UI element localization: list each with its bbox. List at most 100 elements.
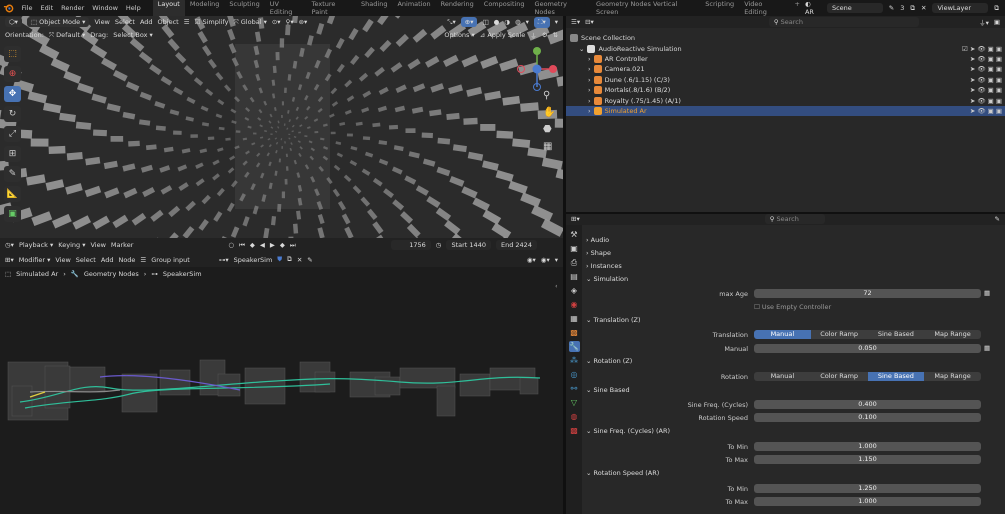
node-box[interactable]	[459, 373, 491, 397]
node-box[interactable]	[44, 365, 71, 409]
expand-chevron-icon[interactable]: ›	[588, 86, 591, 94]
visibility-toggles[interactable]: ➤ 👁 ▣ ▣	[970, 97, 1002, 105]
menu-file[interactable]: File	[18, 4, 37, 12]
node-hamburger-icon[interactable]: ☰	[140, 256, 146, 264]
scale-tool-icon[interactable]: ⤢	[4, 126, 21, 142]
rotation-speed-field[interactable]: 0.100	[754, 413, 981, 422]
to-min-field-1[interactable]: 1.000	[754, 442, 981, 451]
navigation-gizmo[interactable]	[512, 44, 562, 94]
orientation-dropdown[interactable]: ⤧ Default ▾	[49, 31, 85, 40]
cursor-tool-icon[interactable]: ⊕	[4, 66, 21, 82]
viewlayer-field[interactable]: ViewLayer	[932, 3, 989, 13]
node-select-menu[interactable]: Select	[76, 256, 96, 264]
group-input-label[interactable]: Group input	[151, 256, 190, 264]
expand-chevron-icon[interactable]: ›	[588, 97, 591, 105]
blender-logo-icon[interactable]	[2, 1, 16, 15]
node-box[interactable]	[519, 377, 539, 395]
fake-user-shield-icon[interactable]: ⛊	[277, 255, 282, 264]
measure-tool-icon[interactable]: 📐	[4, 186, 21, 202]
drag-dropdown[interactable]: Select Box ▾	[113, 31, 153, 39]
shading-material-icon[interactable]: ◑	[504, 18, 510, 26]
properties-type-icon[interactable]: ⊞▾	[571, 215, 580, 223]
camera-icon[interactable]: ⬣	[543, 124, 555, 135]
timeline-view-menu[interactable]: View	[90, 241, 105, 249]
duplicate-tree-icon[interactable]: ⧉	[287, 255, 292, 264]
view-menu[interactable]: View	[94, 18, 109, 26]
node-tree-icon[interactable]: ⊶▾	[219, 256, 229, 264]
autokey-icon[interactable]: ○	[228, 241, 234, 249]
delete-scene-icon[interactable]: ✕	[921, 4, 926, 12]
render-tab-icon[interactable]: ▣	[569, 243, 580, 254]
visibility-toggles[interactable]: ➤ 👁 ▣ ▣	[970, 76, 1002, 84]
preview-range-icon[interactable]: ◷	[436, 241, 442, 249]
move-tool-icon[interactable]: ✥	[4, 86, 21, 102]
object-menu[interactable]: Object	[158, 18, 179, 26]
visibility-toggles[interactable]: ➤ 👁 ▣ ▣	[970, 86, 1002, 94]
snap-icon[interactable]: ⚲▾	[286, 18, 294, 26]
modifier-dropdown[interactable]: Modifier ▾	[19, 256, 51, 264]
playback-menu[interactable]: Playback ▾	[19, 241, 53, 249]
visibility-toggles[interactable]: ➤ 👁 ▣ ▣	[970, 65, 1002, 73]
next-key-icon[interactable]: ◆	[280, 241, 285, 249]
hamburger-icon[interactable]: ☰	[184, 18, 190, 26]
viewport-menu-icon[interactable]: ▾	[555, 18, 558, 26]
overlay-toggle-icon[interactable]: ⊕▾	[460, 17, 478, 27]
translation-mode-sine-based[interactable]: Sine Based	[868, 330, 925, 339]
zoom-icon[interactable]: ⚲	[543, 90, 555, 101]
manual-field[interactable]: 0.050	[754, 344, 981, 353]
texture-tab-icon[interactable]: ▩	[569, 425, 580, 436]
transform-tool-icon[interactable]: ⊞	[4, 146, 21, 162]
panel-audio[interactable]: › Audio	[586, 236, 609, 244]
rotate-tool-icon[interactable]: ↻	[4, 106, 21, 122]
expand-chevron-icon[interactable]: ›	[588, 76, 591, 84]
panel-rotation[interactable]: ⌄ Rotation (Z)	[586, 357, 632, 365]
panel-translation[interactable]: ⌄ Translation (Z)	[586, 316, 641, 324]
use-empty-controller-checkbox[interactable]: ☐ Use Empty Controller	[754, 303, 831, 311]
panel-instances[interactable]: › Instances	[586, 262, 622, 270]
node-box[interactable]	[436, 385, 456, 417]
visibility-toggles[interactable]: ☑ ➤ 👁 ▣ ▣	[962, 45, 1002, 53]
expand-chevron-icon[interactable]: ›	[588, 55, 591, 63]
keying-menu[interactable]: Keying ▾	[58, 241, 85, 249]
node-editor-type-icon[interactable]: ⊞▾	[5, 256, 14, 264]
max-age-field[interactable]: 72	[754, 289, 981, 298]
options-dropdown[interactable]: Options ▾	[444, 31, 474, 39]
node-add-menu[interactable]: Add	[101, 256, 114, 264]
node-tree-name[interactable]: SpeakerSim	[234, 256, 273, 264]
pan-hand-icon[interactable]: ✋	[543, 107, 555, 118]
unlink-tree-icon[interactable]: ✕	[297, 256, 302, 264]
pin-tree-icon[interactable]: ✎	[307, 256, 312, 264]
node-view-menu[interactable]: View	[55, 256, 70, 264]
outliner-item[interactable]: › Dune (.6/1.15) (C/3) ➤ 👁 ▣ ▣	[566, 75, 1005, 85]
outliner-item[interactable]: › Mortals(.8/1.6) (B/2) ➤ 👁 ▣ ▣	[566, 85, 1005, 95]
pivot-icon[interactable]: ⊙▾	[272, 18, 281, 26]
expand-chevron-icon[interactable]: ›	[588, 107, 591, 115]
play-reverse-icon[interactable]: ◀	[260, 241, 265, 249]
marker-menu[interactable]: Marker	[111, 241, 133, 249]
to-max-field-1[interactable]: 1.150	[754, 455, 981, 464]
outliner-display-icon[interactable]: ⊟▾	[585, 18, 594, 26]
jump-start-icon[interactable]: ⏮	[239, 241, 245, 250]
node-options-icon[interactable]: ▾	[555, 256, 558, 264]
world-tab-icon[interactable]: ◉	[569, 299, 580, 310]
play-icon[interactable]: ▶	[270, 241, 275, 249]
node-box[interactable]	[121, 373, 158, 413]
new-scene-icon[interactable]: ⧉	[910, 4, 915, 13]
current-frame-field[interactable]: 1756	[390, 240, 431, 250]
rotation-mode-manual[interactable]: Manual	[754, 372, 811, 381]
node-box[interactable]	[314, 371, 336, 393]
simplify-checkbox[interactable]: ☑ Simplify	[195, 18, 229, 26]
view-layer-tab-icon[interactable]: ▤	[569, 271, 580, 282]
prev-key-icon[interactable]: ◆	[250, 241, 255, 249]
panel-shape[interactable]: › Shape	[586, 249, 611, 257]
proportional-icon[interactable]: ⊚▾	[299, 18, 308, 26]
outliner-filter-icon[interactable]: ⏚▾	[979, 17, 989, 27]
viewlayer-options-icon[interactable]: ⧉	[994, 4, 999, 13]
select-menu[interactable]: Select	[115, 18, 135, 26]
add-cube-tool-icon[interactable]: ▣	[4, 206, 21, 222]
translation-mode-map-range[interactable]: Map Range	[924, 330, 981, 339]
constraints-tab-icon[interactable]: ⚯	[569, 383, 580, 394]
sine-freq-field[interactable]: 0.400	[754, 400, 981, 409]
filter-icon[interactable]: ⏚	[530, 30, 537, 40]
outliner-item[interactable]: › AR Controller ➤ 👁 ▣ ▣	[566, 54, 1005, 64]
